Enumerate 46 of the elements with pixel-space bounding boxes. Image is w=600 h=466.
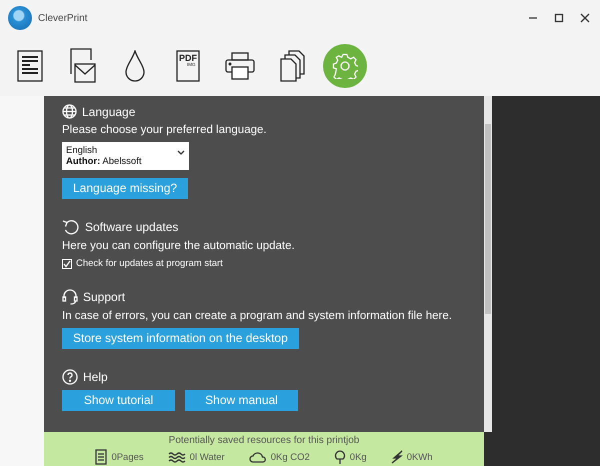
language-dropdown[interactable]: English Author: Abelssoft: [62, 142, 189, 170]
section-heading: Support: [83, 290, 126, 304]
section-heading: Help: [83, 370, 108, 384]
scrollbar[interactable]: [484, 96, 492, 432]
drop-icon: [124, 50, 146, 82]
savings-value: 0Kg CO2: [270, 452, 310, 462]
gear-icon: [332, 53, 358, 79]
waves-icon: [168, 451, 186, 463]
close-button[interactable]: [578, 11, 592, 25]
savings-value: 0Kg: [350, 452, 367, 462]
app-logo-icon: [8, 6, 32, 30]
letter-envelope-icon: [68, 48, 96, 84]
maximize-button[interactable]: [552, 11, 566, 25]
help-icon: [62, 369, 78, 385]
savings-value: 0Pages: [111, 452, 144, 462]
section-description: Please choose your preferred language.: [62, 124, 268, 136]
section-heading: Software updates: [85, 220, 178, 234]
headset-icon: [62, 289, 78, 305]
help-button[interactable]: Show tutorial: [62, 390, 175, 411]
stacked-pages-icon: [280, 50, 306, 82]
refresh-icon: [62, 219, 80, 235]
store-info-button[interactable]: Store system information on the desktop: [62, 328, 299, 349]
checkbox-label: Check for updates at program start: [76, 258, 223, 269]
maximize-icon: [554, 13, 564, 23]
scrollbar-thumb[interactable]: [485, 124, 491, 314]
section-description: In case of errors, you can create a program and system information file here.: [62, 310, 453, 322]
tree-icon: [334, 449, 346, 465]
globe-icon: [62, 104, 77, 119]
section-heading: Language: [82, 104, 136, 118]
gear-tab[interactable]: [323, 44, 367, 88]
window-title: CleverPrint: [38, 12, 88, 24]
checkbox[interactable]: [62, 258, 72, 268]
document-icon: [95, 449, 108, 465]
chevron-down-icon: [177, 150, 185, 155]
language-missing-button[interactable]: Language missing?: [62, 178, 188, 199]
savings-title: Potentially saved resources for this printjob: [168, 435, 360, 446]
lightning-icon: [390, 450, 403, 464]
savings-value: 0KWh: [406, 452, 433, 462]
section-description: Here you can configure the automatic update.: [62, 240, 296, 252]
printer-icon: [225, 52, 255, 80]
cloud-icon: [248, 451, 267, 463]
checkmark-icon: [63, 260, 71, 268]
document-icon: [17, 50, 43, 82]
close-icon: [580, 13, 590, 23]
help-button[interactable]: Show manual: [185, 390, 298, 411]
savings-value: 0l Water: [190, 452, 225, 462]
